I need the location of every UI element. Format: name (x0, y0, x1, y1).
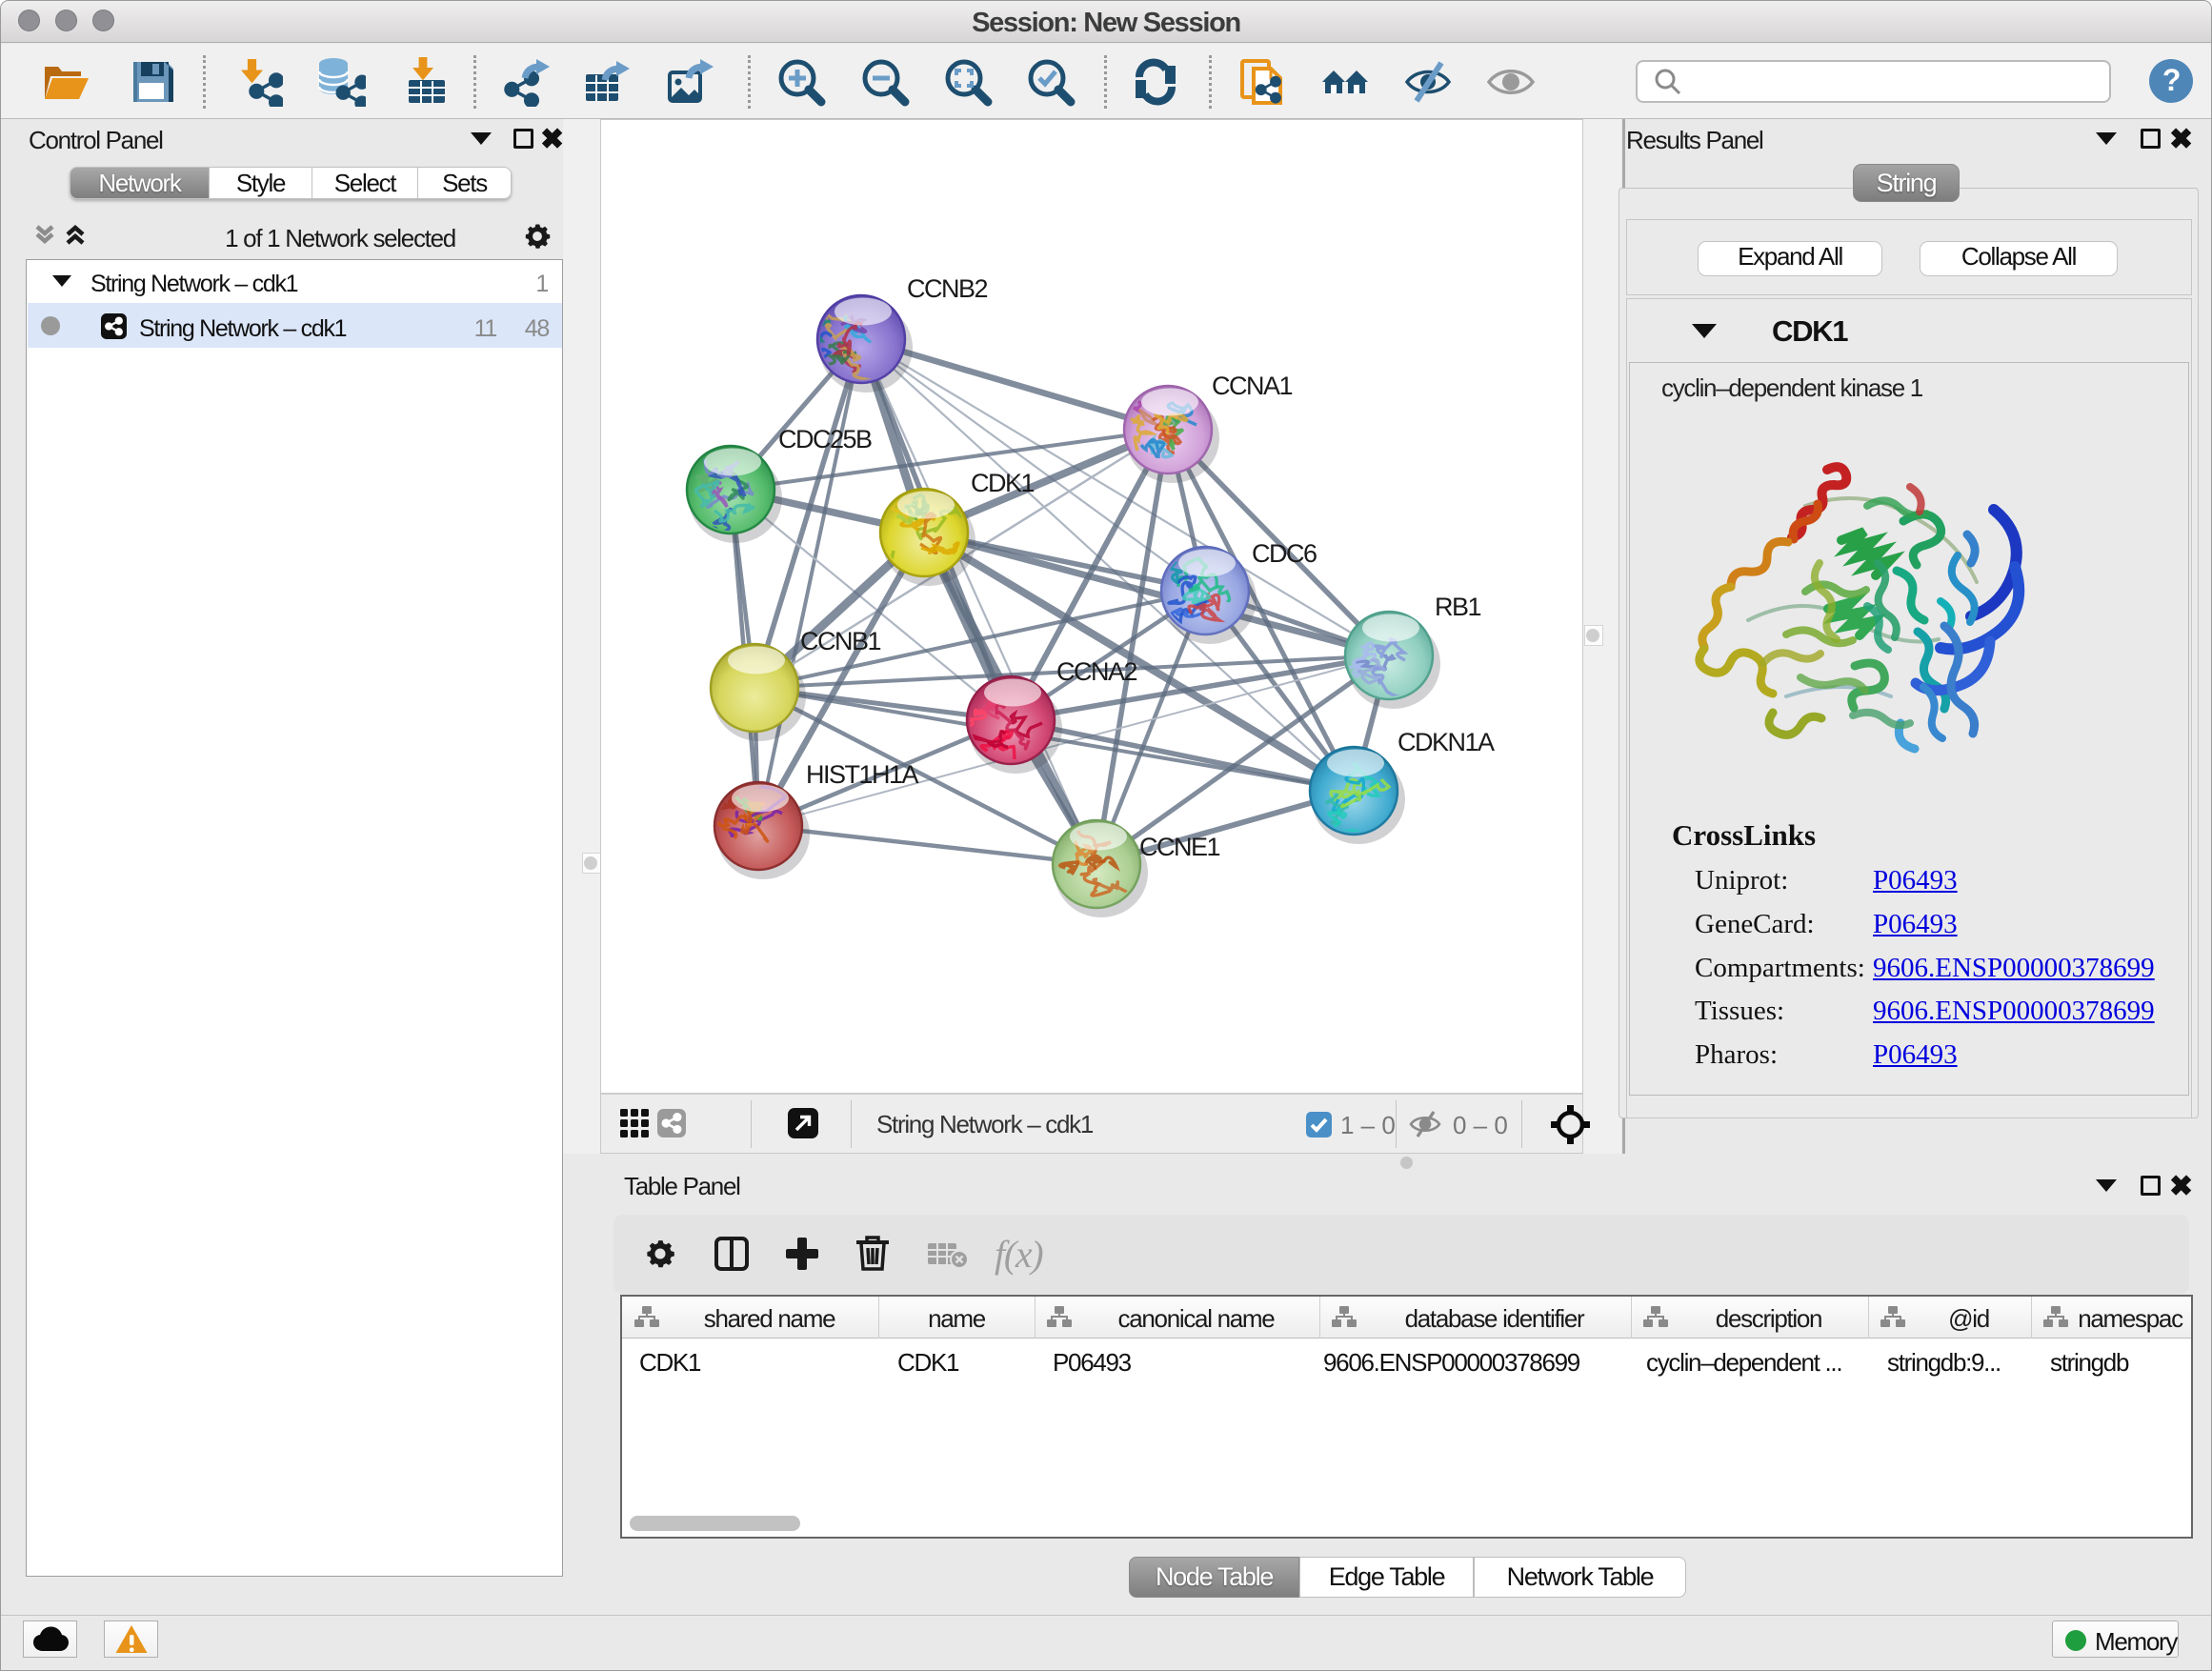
svg-text:RB1: RB1 (1435, 593, 1481, 621)
svg-text:CDK1: CDK1 (971, 469, 1035, 497)
svg-text:?: ? (2162, 63, 2180, 97)
svg-text:HIST1H1A: HIST1H1A (806, 760, 919, 789)
svg-text:CCNB1: CCNB1 (800, 627, 881, 655)
svg-text:CCNB2: CCNB2 (907, 274, 988, 303)
svg-text:CDC6: CDC6 (1252, 539, 1317, 568)
svg-text:CDC25B: CDC25B (778, 425, 872, 453)
svg-text:CCNA2: CCNA2 (1056, 657, 1137, 686)
svg-text:CCNA1: CCNA1 (1212, 372, 1293, 400)
svg-text:CDKN1A: CDKN1A (1398, 728, 1495, 756)
svg-text:CCNE1: CCNE1 (1139, 833, 1220, 861)
